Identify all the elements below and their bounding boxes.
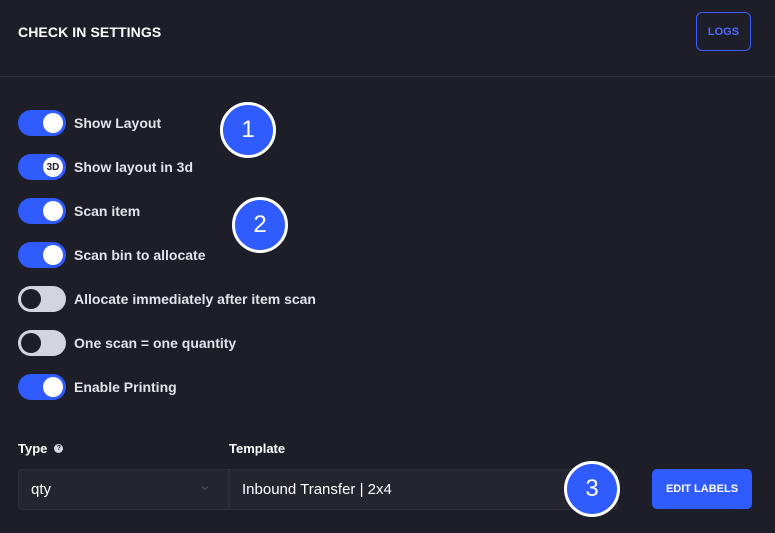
toggle-row-allocate-immediately: Allocate immediately after item scan: [18, 286, 316, 312]
step-badge-3: 3: [564, 461, 620, 517]
toggle-knob: [43, 245, 63, 265]
scan-bin-toggle[interactable]: [18, 242, 66, 268]
template-select-value: Inbound Transfer | 2x4: [242, 481, 392, 498]
type-label-text: Type: [18, 441, 48, 456]
toggle-knob-3d: 3D: [43, 157, 63, 177]
enable-printing-toggle[interactable]: [18, 374, 66, 400]
toggle-label: Allocate immediately after item scan: [74, 291, 316, 307]
type-select[interactable]: qty: [18, 469, 229, 510]
toggle-row-show-layout-3d: 3D Show layout in 3d: [18, 154, 193, 180]
template-select[interactable]: Inbound Transfer | 2x4: [229, 469, 618, 510]
step-badge-2: 2: [232, 197, 288, 253]
toggle-knob: [21, 289, 41, 309]
toggle-row-one-scan: One scan = one quantity: [18, 330, 236, 356]
toggle-row-enable-printing: Enable Printing: [18, 374, 177, 400]
help-icon[interactable]: ?: [54, 444, 64, 453]
scan-item-toggle[interactable]: [18, 198, 66, 224]
type-field-label: Type ?: [18, 441, 64, 456]
template-field-label: Template: [229, 441, 286, 456]
toggle-label: Show Layout: [74, 115, 162, 131]
toggle-row-scan-item: Scan item: [18, 198, 140, 224]
logs-button[interactable]: LOGS: [696, 12, 751, 51]
show-layout-3d-toggle[interactable]: 3D: [18, 154, 66, 180]
toggle-knob: [43, 113, 63, 133]
toggle-knob: [43, 377, 63, 397]
toggle-row-show-layout: Show Layout: [18, 110, 161, 136]
show-layout-toggle[interactable]: [18, 110, 66, 136]
one-scan-one-quantity-toggle[interactable]: [18, 330, 66, 356]
toggle-label: Scan item: [74, 203, 141, 219]
allocate-immediately-toggle[interactable]: [18, 286, 66, 312]
edit-labels-button[interactable]: EDIT LABELS: [652, 469, 752, 509]
type-select-value: qty: [31, 481, 52, 498]
toggle-row-scan-bin: Scan bin to allocate: [18, 242, 205, 268]
toggle-label: Show layout in 3d: [74, 159, 194, 175]
toggle-knob: [21, 333, 41, 353]
page-title: CHECK IN SETTINGS: [18, 24, 162, 40]
toggle-knob: [43, 201, 63, 221]
toggle-label: One scan = one quantity: [74, 335, 237, 351]
step-badge-1: 1: [220, 102, 276, 158]
toggle-label: Enable Printing: [74, 379, 177, 395]
toggle-label: Scan bin to allocate: [74, 247, 206, 263]
chevron-down-icon: [201, 486, 209, 491]
settings-header: CHECK IN SETTINGS LOGS: [0, 0, 775, 77]
